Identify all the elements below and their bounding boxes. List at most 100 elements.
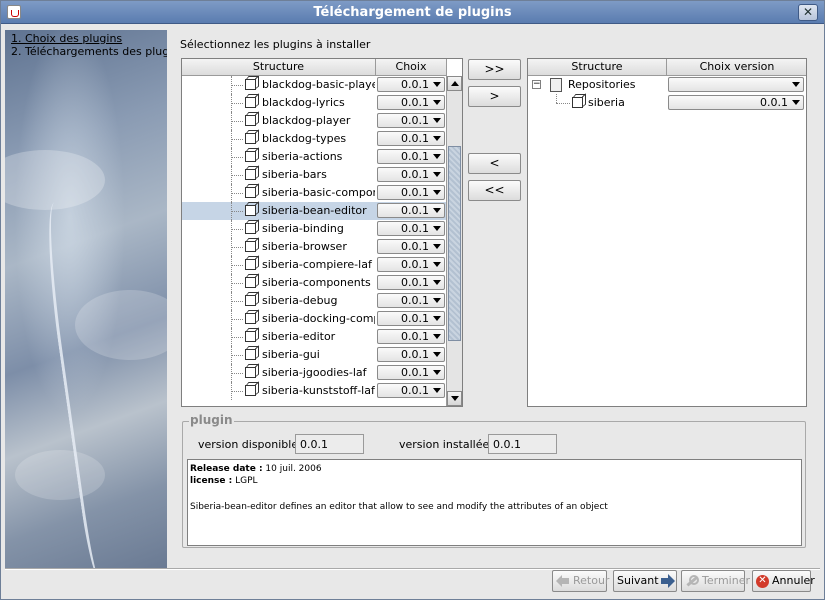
version-combo[interactable]: 0.0.1 bbox=[377, 221, 445, 236]
available-plugins-scrollbar[interactable] bbox=[446, 76, 462, 406]
add-button[interactable]: > bbox=[468, 86, 521, 107]
plugin-row[interactable]: siberia-bean-editor 0.0.1 bbox=[182, 202, 447, 220]
plugin-row[interactable]: siberia-debug 0.0.1 bbox=[182, 292, 447, 310]
plugin-row[interactable]: blackdog-player 0.0.1 bbox=[182, 112, 447, 130]
tree-line bbox=[556, 94, 557, 103]
version-combo[interactable]: 0.0.1 bbox=[377, 329, 445, 344]
plugin-name: blackdog-types bbox=[262, 132, 347, 145]
finish-button[interactable]: Terminer bbox=[681, 570, 750, 592]
version-combo[interactable]: 0.0.1 bbox=[377, 185, 445, 200]
version-combo[interactable]: 0.0.1 bbox=[377, 257, 445, 272]
cube-icon bbox=[245, 169, 256, 180]
column-header-version[interactable]: Choix version bbox=[667, 59, 806, 76]
scroll-down-button[interactable] bbox=[447, 391, 462, 406]
plugin-name: siberia-kunststoff-laf bbox=[262, 384, 375, 397]
plugin-name: siberia-basic-components bbox=[262, 186, 375, 199]
cube-icon bbox=[245, 331, 256, 342]
plugin-row[interactable]: siberia-bars 0.0.1 bbox=[182, 166, 447, 184]
version-combo[interactable]: 0.0.1 bbox=[377, 383, 445, 398]
plugin-row[interactable]: siberia-components 0.0.1 bbox=[182, 274, 447, 292]
version-combo[interactable]: 0.0.1 bbox=[377, 203, 445, 218]
version-combo[interactable]: 0.0.1 bbox=[377, 131, 445, 146]
available-version-field: 0.0.1 bbox=[295, 434, 364, 454]
selected-plugins-table[interactable]: Structure Choix version − Repositories s… bbox=[527, 58, 807, 407]
tree-row-repositories[interactable]: − Repositories bbox=[528, 76, 806, 94]
remove-button[interactable]: < bbox=[468, 153, 521, 174]
version-combo[interactable] bbox=[668, 77, 804, 92]
version-value: 0.0.1 bbox=[401, 222, 429, 235]
wizard-steps: 1. Choix des plugins 2. Téléchargements … bbox=[11, 32, 167, 58]
version-value: 0.0.1 bbox=[401, 294, 429, 307]
version-value: 0.0.1 bbox=[401, 78, 429, 91]
chevron-down-icon bbox=[433, 226, 441, 231]
chevron-down-icon bbox=[433, 280, 441, 285]
available-plugins-rows: blackdog-basic-player 0.0.1 blackdog-lyric… bbox=[182, 76, 447, 406]
step-choose-plugins[interactable]: 1. Choix des plugins bbox=[11, 32, 167, 45]
scroll-thumb[interactable] bbox=[448, 146, 461, 341]
plugin-details-panel: plugin version disponible 0.0.1 version … bbox=[182, 413, 806, 548]
chevron-down-icon bbox=[792, 82, 800, 87]
back-button-label: Retour bbox=[573, 574, 610, 587]
plugin-row[interactable]: siberia-kunststoff-laf 0.0.1 bbox=[182, 382, 447, 400]
tree-line bbox=[231, 265, 243, 266]
plugin-name: blackdog-lyrics bbox=[262, 96, 345, 109]
version-value: 0.0.1 bbox=[401, 132, 429, 145]
back-button[interactable]: Retour bbox=[552, 570, 610, 592]
plugin-row[interactable]: siberia-docking-components 0.0.1 bbox=[182, 310, 447, 328]
plugin-row[interactable]: siberia-basic-components 0.0.1 bbox=[182, 184, 447, 202]
plugin-row[interactable]: siberia-jgoodies-laf 0.0.1 bbox=[182, 364, 447, 382]
step-download-plugins[interactable]: 2. Téléchargements des plugins bbox=[11, 45, 167, 58]
remove-all-button[interactable]: << bbox=[468, 180, 521, 201]
plugin-row[interactable]: siberia-binding 0.0.1 bbox=[182, 220, 447, 238]
repository-icon bbox=[550, 78, 562, 92]
tree-row-siberia[interactable]: siberia 0.0.1 bbox=[528, 94, 806, 112]
add-all-button[interactable]: >> bbox=[468, 59, 521, 80]
version-combo[interactable]: 0.0.1 bbox=[377, 149, 445, 164]
chevron-down-icon bbox=[433, 316, 441, 321]
plugin-row[interactable]: siberia-browser 0.0.1 bbox=[182, 238, 447, 256]
version-combo[interactable]: 0.0.1 bbox=[377, 347, 445, 362]
tree-label: Repositories bbox=[568, 78, 636, 91]
version-combo[interactable]: 0.0.1 bbox=[377, 239, 445, 254]
column-header-structure[interactable]: Structure bbox=[182, 59, 376, 76]
scroll-up-button[interactable] bbox=[447, 76, 462, 91]
plugin-name: siberia-debug bbox=[262, 294, 338, 307]
chevron-down-icon bbox=[433, 154, 441, 159]
installed-version-field: 0.0.1 bbox=[488, 434, 557, 454]
version-combo[interactable]: 0.0.1 bbox=[377, 365, 445, 380]
version-combo[interactable]: 0.0.1 bbox=[377, 275, 445, 290]
license-value: LGPL bbox=[235, 476, 258, 486]
title-bar[interactable]: Téléchargement de plugins ✕ bbox=[1, 1, 824, 24]
version-combo[interactable]: 0.0.1 bbox=[377, 293, 445, 308]
column-header-structure[interactable]: Structure bbox=[528, 59, 667, 76]
close-icon: ✕ bbox=[802, 5, 814, 19]
plugin-row[interactable]: siberia-compiere-laf 0.0.1 bbox=[182, 256, 447, 274]
close-button[interactable]: ✕ bbox=[798, 4, 818, 21]
column-header-version[interactable]: Choix version bbox=[376, 59, 447, 89]
next-button[interactable]: Suivant bbox=[613, 570, 677, 592]
plugin-row[interactable]: blackdog-types 0.0.1 bbox=[182, 130, 447, 148]
plugin-row[interactable]: siberia-gui 0.0.1 bbox=[182, 346, 447, 364]
plugin-description-text: Siberia-bean-editor defines an editor th… bbox=[190, 502, 608, 512]
plugin-row[interactable]: blackdog-basic-player 0.0.1 bbox=[182, 76, 447, 94]
collapse-toggle-icon[interactable]: − bbox=[532, 80, 541, 89]
plugin-name: siberia-bean-editor bbox=[262, 204, 367, 217]
cube-icon bbox=[245, 277, 256, 288]
cube-icon bbox=[245, 151, 256, 162]
version-combo[interactable]: 0.0.1 bbox=[377, 311, 445, 326]
installed-version-label: version installée bbox=[399, 438, 490, 451]
version-combo[interactable]: 0.0.1 bbox=[377, 95, 445, 110]
version-combo[interactable]: 0.0.1 bbox=[668, 95, 804, 110]
version-combo[interactable]: 0.0.1 bbox=[377, 167, 445, 182]
plugin-row[interactable]: blackdog-lyrics 0.0.1 bbox=[182, 94, 447, 112]
version-combo[interactable]: 0.0.1 bbox=[377, 113, 445, 128]
version-combo[interactable]: 0.0.1 bbox=[377, 77, 445, 92]
plugin-description-area[interactable]: Release date : 10 juil. 2006 license : L… bbox=[187, 459, 802, 546]
cube-icon bbox=[245, 115, 256, 126]
plugin-row[interactable]: siberia-editor 0.0.1 bbox=[182, 328, 447, 346]
version-value: 0.0.1 bbox=[401, 276, 429, 289]
available-plugins-table[interactable]: Structure Choix version blackdog-basic-p… bbox=[181, 58, 463, 407]
cancel-button[interactable]: ✕ Annuler bbox=[752, 570, 815, 592]
chevron-down-icon bbox=[433, 118, 441, 123]
plugin-row[interactable]: siberia-actions 0.0.1 bbox=[182, 148, 447, 166]
